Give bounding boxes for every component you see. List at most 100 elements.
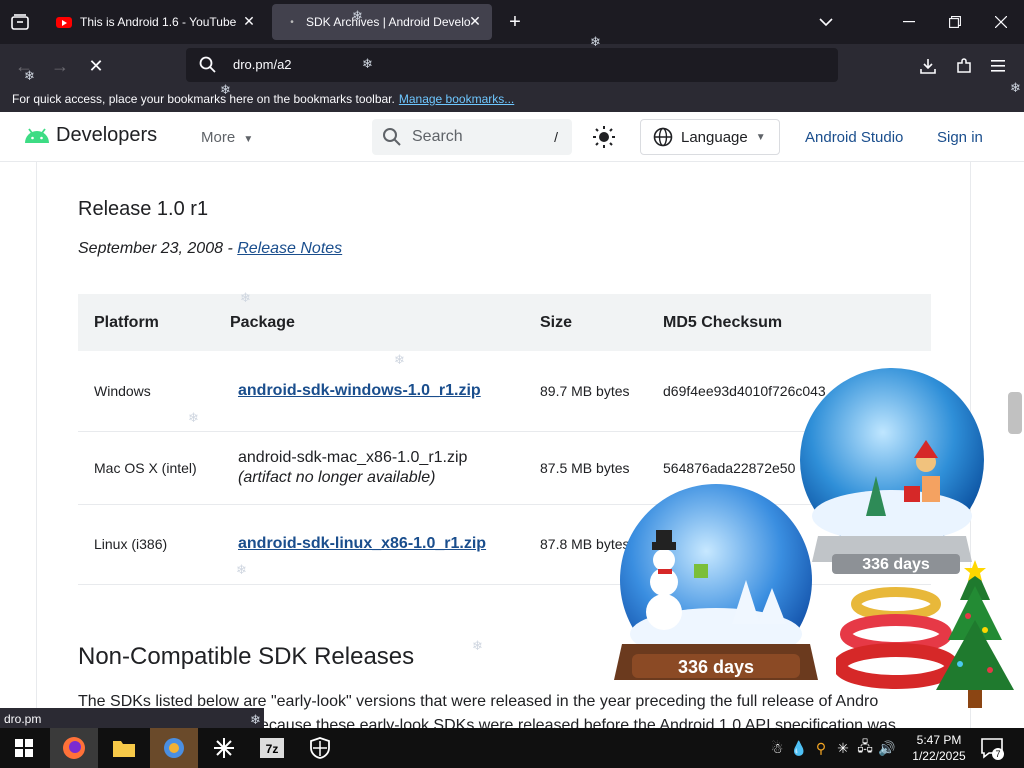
more-menu[interactable]: More ▼: [201, 129, 253, 146]
clock-date: 1/22/2025: [912, 749, 966, 763]
tab-youtube[interactable]: This is Android 1.6 - YouTube ✕: [44, 4, 266, 40]
start-button[interactable]: [0, 728, 48, 768]
svg-text:7z: 7z: [266, 742, 279, 756]
column-header: Size: [524, 294, 647, 351]
back-button[interactable]: ←: [10, 52, 38, 80]
days-counter-label: 336 days: [678, 657, 754, 677]
platform-cell: Linux (i386): [78, 504, 214, 585]
firefox-icon: [63, 737, 85, 759]
release-notes-link[interactable]: Release Notes: [237, 240, 342, 257]
search-shortcut-hint: /: [554, 129, 558, 145]
package-note: (artifact no longer available): [238, 468, 436, 486]
dropdown-arrow-icon: ▼: [243, 134, 254, 145]
section-title: Non-Compatible SDK Releases: [78, 643, 415, 670]
snow-globe-small[interactable]: 336 days: [796, 366, 992, 586]
taskbar-firefox[interactable]: [50, 728, 98, 768]
tab-title: SDK Archives | Android Develo: [306, 15, 471, 29]
close-window-button[interactable]: [978, 0, 1024, 44]
site-search[interactable]: Search /: [372, 119, 572, 155]
taskbar-snipping[interactable]: [200, 728, 248, 768]
column-header: Platform: [78, 294, 214, 351]
folder-icon: [113, 741, 135, 757]
asterisk-tray-icon[interactable]: ✳: [832, 740, 854, 757]
clock-time: 5:47 PM: [916, 733, 962, 747]
search-icon: [199, 56, 216, 73]
loading-icon: •: [290, 16, 294, 28]
release-date-text: September 23, 2008 -: [78, 240, 238, 257]
minimize-button[interactable]: [886, 0, 932, 44]
app-icon: [164, 738, 184, 758]
site-header: Developers More ▼ Search / Language ▼ An…: [0, 112, 1024, 162]
package-download-link[interactable]: android-sdk-linux_x86-1.0_r1.zip: [230, 535, 486, 553]
windows-logo-icon: [15, 739, 33, 757]
status-link-preview: dro.pm: [0, 708, 264, 730]
close-tab-icon[interactable]: ✕: [466, 12, 484, 30]
android-studio-link[interactable]: Android Studio: [805, 129, 903, 146]
column-header: Package: [214, 294, 524, 351]
android-icon: [25, 127, 49, 143]
snowman-tray-icon[interactable]: ☃: [766, 740, 788, 757]
7zip-icon: 7z: [260, 738, 284, 758]
taskbar-app-active[interactable]: [150, 728, 198, 768]
search-tray-icon[interactable]: ⚲: [810, 740, 832, 757]
asterisk-app-icon: [214, 738, 234, 758]
address-bar[interactable]: dro.pm/a2: [186, 48, 838, 82]
browser-tab-bar: This is Android 1.6 - YouTube ✕ • SDK Ar…: [0, 0, 1024, 44]
droplet-tray-icon[interactable]: 💧: [788, 740, 810, 757]
browser-navigation-bar: ← → ✕ dro.pm/a2: [0, 44, 1024, 86]
system-tray: ☃ 💧 ⚲ ✳ 🖧 🔊: [766, 728, 898, 768]
days-counter-label: 336 days: [862, 556, 930, 573]
network-icon[interactable]: 🖧: [854, 736, 876, 760]
shield-icon: [310, 737, 330, 759]
system-clock[interactable]: 5:47 PM 1/22/2025: [906, 732, 972, 764]
sign-in-link[interactable]: Sign in: [937, 129, 983, 146]
firefox-view-icon[interactable]: [4, 6, 36, 38]
restore-button[interactable]: [932, 0, 978, 44]
url-text: dro.pm/a2: [233, 57, 292, 72]
package-cell: android-sdk-windows-1.0_r1.zip: [214, 351, 524, 432]
package-cell: android-sdk-linux_x86-1.0_r1.zip: [214, 504, 524, 585]
globe-icon: [653, 127, 673, 147]
bookmarks-toolbar: For quick access, place your bookmarks h…: [0, 86, 1024, 112]
volume-icon[interactable]: 🔊: [876, 740, 898, 757]
theme-toggle-sun-icon[interactable]: [592, 125, 616, 149]
logo-text: Developers: [56, 124, 158, 146]
page-scrollbar[interactable]: [1008, 392, 1022, 434]
notification-center-icon[interactable]: 7: [980, 736, 1004, 760]
menu-icon[interactable]: [984, 52, 1012, 80]
taskbar-security[interactable]: [296, 728, 344, 768]
developers-logo[interactable]: Developers: [24, 124, 157, 147]
list-tabs-chevron-icon[interactable]: [814, 10, 838, 34]
release-title: Release 1.0 r1: [78, 198, 209, 220]
downloads-icon[interactable]: [914, 52, 942, 80]
dropdown-arrow-icon: ▼: [755, 131, 766, 143]
extensions-icon[interactable]: [950, 52, 978, 80]
platform-cell: Windows: [78, 351, 214, 432]
taskbar-file-explorer[interactable]: [100, 728, 148, 768]
language-selector[interactable]: Language ▼: [640, 119, 780, 155]
taskbar-7zip[interactable]: 7z: [248, 728, 296, 768]
search-placeholder: Search: [412, 128, 463, 145]
bookmarks-hint: For quick access, place your bookmarks h…: [12, 92, 395, 106]
release-date: September 23, 2008 - Release Notes: [78, 240, 342, 258]
christmas-tree-decoration: [936, 560, 1014, 708]
manage-bookmarks-link[interactable]: Manage bookmarks...: [399, 92, 514, 106]
language-label: Language: [681, 128, 748, 146]
notification-count: 7: [995, 749, 1000, 759]
search-icon: [383, 128, 401, 146]
close-tab-icon[interactable]: ✕: [240, 12, 258, 30]
more-label: More: [201, 129, 236, 146]
stop-loading-button[interactable]: ✕: [82, 52, 110, 80]
package-cell: android-sdk-mac_x86-1.0_r1.zip (artifact…: [214, 431, 524, 505]
size-cell: 89.7 MB bytes: [524, 351, 647, 432]
windows-taskbar: 7z ☃ 💧 ⚲ ✳ 🖧 🔊 5:47 PM 1/22/2025 7: [0, 728, 1024, 768]
package-name: android-sdk-mac_x86-1.0_r1.zip: [238, 448, 468, 466]
snow-globe-big[interactable]: 336 days: [612, 484, 822, 700]
forward-button[interactable]: →: [46, 52, 74, 80]
tab-title: This is Android 1.6 - YouTube: [80, 15, 237, 29]
package-download-link[interactable]: android-sdk-windows-1.0_r1.zip: [230, 382, 481, 400]
tab-sdk-archives[interactable]: • SDK Archives | Android Develo ✕: [272, 4, 492, 40]
column-header: MD5 Checksum: [647, 294, 931, 351]
table-header-row: Platform Package Size MD5 Checksum: [78, 294, 931, 351]
new-tab-button[interactable]: +: [503, 10, 527, 34]
